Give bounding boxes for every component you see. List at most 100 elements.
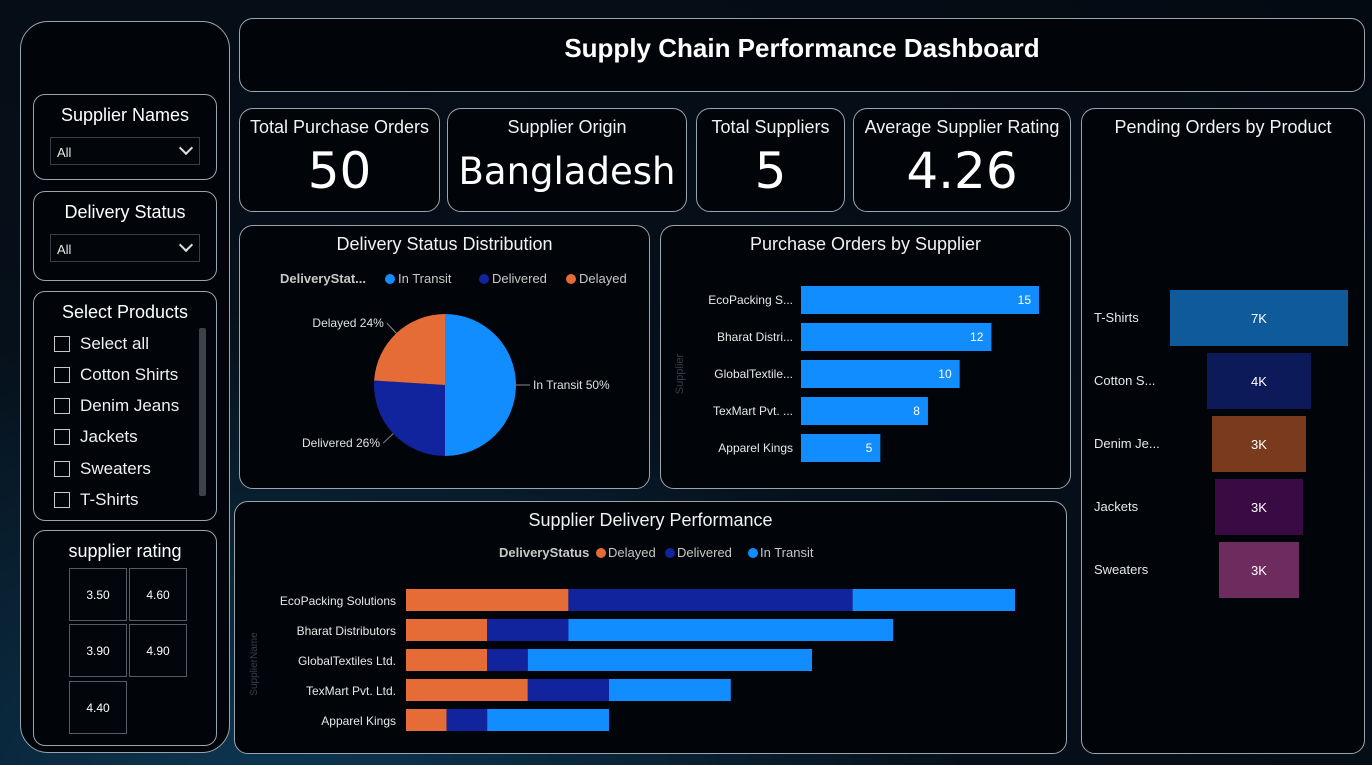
product-option-label: Cotton Shirts xyxy=(80,365,179,384)
delivery-status-pie-panel: Delivery Status Distribution DeliverySta… xyxy=(239,225,650,489)
y-axis-label: SupplierName xyxy=(249,632,260,696)
chart-title: Purchase Orders by Supplier xyxy=(749,234,982,254)
legend-label: In Transit xyxy=(760,545,814,560)
products-scrollbar[interactable] xyxy=(199,328,206,496)
rating-slicer: supplier rating 3.50 4.60 3.90 4.90 4.40 xyxy=(33,530,217,746)
category-label: Bharat Distri... xyxy=(717,330,793,344)
stacked-bar-segment xyxy=(487,619,569,641)
products-slicer: Select Products Select all Cotton Shirts… xyxy=(33,291,217,521)
pie-slice xyxy=(374,314,445,385)
product-option-jackets[interactable]: Jackets xyxy=(54,427,138,447)
legend-marker xyxy=(479,274,489,284)
supplier-delivery-performance-panel: Supplier Delivery Performance DeliverySt… xyxy=(234,501,1067,754)
supplier-names-title: Supplier Names xyxy=(60,105,190,125)
stacked-bar-segment xyxy=(527,649,812,671)
pie-slice xyxy=(374,380,445,456)
pie-slice xyxy=(445,314,516,456)
category-label: TexMart Pvt. Ltd. xyxy=(306,684,396,698)
bar xyxy=(801,323,992,351)
product-option-label: Jackets xyxy=(80,427,138,446)
product-option-label: T-Shirts xyxy=(80,490,139,509)
rating-tile[interactable]: 3.50 xyxy=(69,568,127,621)
header-panel: Supply Chain Performance Dashboard xyxy=(239,18,1365,92)
kpi-value: 50 xyxy=(307,142,372,200)
category-label: GlobalTextiles Ltd. xyxy=(298,654,396,668)
category-label: Bharat Distributors xyxy=(297,624,396,638)
bar xyxy=(801,397,928,425)
legend-marker xyxy=(748,548,758,558)
kpi-value: 5 xyxy=(754,142,787,200)
data-label: 10 xyxy=(938,367,952,381)
rating-tile[interactable]: 3.90 xyxy=(69,624,127,677)
data-label: 3K xyxy=(1251,563,1267,578)
kpi-card-supplier-origin: Supplier Origin Bangladesh xyxy=(447,108,687,212)
data-label: 7K xyxy=(1251,311,1267,326)
stacked-bar-segment xyxy=(568,619,894,641)
funnel-chart: T-Shirts 7K Cotton S... 4K Denim Je... 3K Jack… xyxy=(1094,290,1348,598)
legend-label: Delivered xyxy=(492,271,547,286)
kpi-card-average-supplier-rating: Average Supplier Rating 4.26 xyxy=(853,108,1071,212)
checkbox-icon[interactable] xyxy=(54,367,70,383)
product-option-select-all[interactable]: Select all xyxy=(54,334,149,354)
stacked-bar-segment xyxy=(568,589,853,611)
category-label: T-Shirts xyxy=(1094,310,1139,325)
legend-label: In Transit xyxy=(398,271,452,286)
purchase-orders-by-supplier-panel: Purchase Orders by Supplier Supplier EcoP… xyxy=(660,225,1071,489)
legend-marker xyxy=(566,274,576,284)
data-label: 8 xyxy=(913,404,920,418)
category-label: EcoPacking S... xyxy=(708,293,793,307)
category-label: EcoPacking Solutions xyxy=(280,594,396,608)
rating-tile[interactable]: 4.90 xyxy=(129,624,187,677)
checkbox-icon[interactable] xyxy=(54,492,70,508)
stacked-bar-segment xyxy=(406,649,488,671)
supplier-names-slicer: Supplier Names All xyxy=(33,94,217,180)
chevron-down-icon xyxy=(178,140,194,156)
stacked-bar-segment xyxy=(852,589,1015,611)
product-option-denim-jeans[interactable]: Denim Jeans xyxy=(54,396,179,416)
category-label: Sweaters xyxy=(1094,562,1149,577)
supplier-names-dropdown[interactable]: All xyxy=(50,137,200,165)
legend-marker xyxy=(596,548,606,558)
stacked-bar-segment xyxy=(609,679,731,701)
rating-tile[interactable]: 4.60 xyxy=(129,568,187,621)
stacked-bar-segment xyxy=(406,589,569,611)
page-title: Supply Chain Performance Dashboard xyxy=(564,33,1040,63)
category-label: GlobalTextile... xyxy=(714,367,793,381)
delivery-status-dropdown[interactable]: All xyxy=(50,234,200,262)
bar-chart: Supplier EcoPacking S... 15 Bharat Distri..… xyxy=(674,286,1039,462)
bar xyxy=(801,360,960,388)
kpi-card-total-suppliers: Total Suppliers 5 xyxy=(696,108,845,212)
products-title: Select Products xyxy=(61,302,189,322)
chart-title: Supplier Delivery Performance xyxy=(528,510,773,530)
rating-tile[interactable]: 4.40 xyxy=(69,681,127,734)
stacked-bar-segment xyxy=(406,679,528,701)
checkbox-icon[interactable] xyxy=(54,429,70,445)
legend-title: DeliveryStatus xyxy=(499,545,589,560)
delivery-status-slicer: Delivery Status All xyxy=(33,191,217,281)
category-label: TexMart Pvt. ... xyxy=(713,404,793,418)
category-label: Denim Je... xyxy=(1094,436,1160,451)
kpi-card-total-purchase-orders: Total Purchase Orders 50 xyxy=(239,108,440,212)
kpi-value: Bangladesh xyxy=(458,150,676,193)
category-label: Jackets xyxy=(1094,499,1139,514)
product-option-label: Denim Jeans xyxy=(80,396,180,415)
checkbox-icon[interactable] xyxy=(54,336,70,352)
product-option-t-shirts[interactable]: T-Shirts xyxy=(54,490,139,510)
data-label: 3K xyxy=(1251,437,1267,452)
chart-title: Delivery Status Distribution xyxy=(336,234,553,254)
stacked-bar-segment xyxy=(406,709,447,731)
kpi-label: Total Purchase Orders xyxy=(249,117,430,137)
product-option-sweaters[interactable]: Sweaters xyxy=(54,459,151,479)
bar xyxy=(801,286,1039,314)
data-label: 4K xyxy=(1251,374,1267,389)
data-label: 12 xyxy=(970,330,984,344)
product-option-label: Select all xyxy=(80,334,149,353)
category-label: Cotton S... xyxy=(1094,373,1155,388)
kpi-label: Total Suppliers xyxy=(711,117,830,137)
delivery-status-selected: All xyxy=(57,242,72,257)
checkbox-icon[interactable] xyxy=(54,398,70,414)
product-option-cotton-shirts[interactable]: Cotton Shirts xyxy=(54,365,178,385)
checkbox-icon[interactable] xyxy=(54,461,70,477)
delivery-status-title: Delivery Status xyxy=(64,202,186,222)
slice-label: In Transit 50% xyxy=(533,378,610,392)
